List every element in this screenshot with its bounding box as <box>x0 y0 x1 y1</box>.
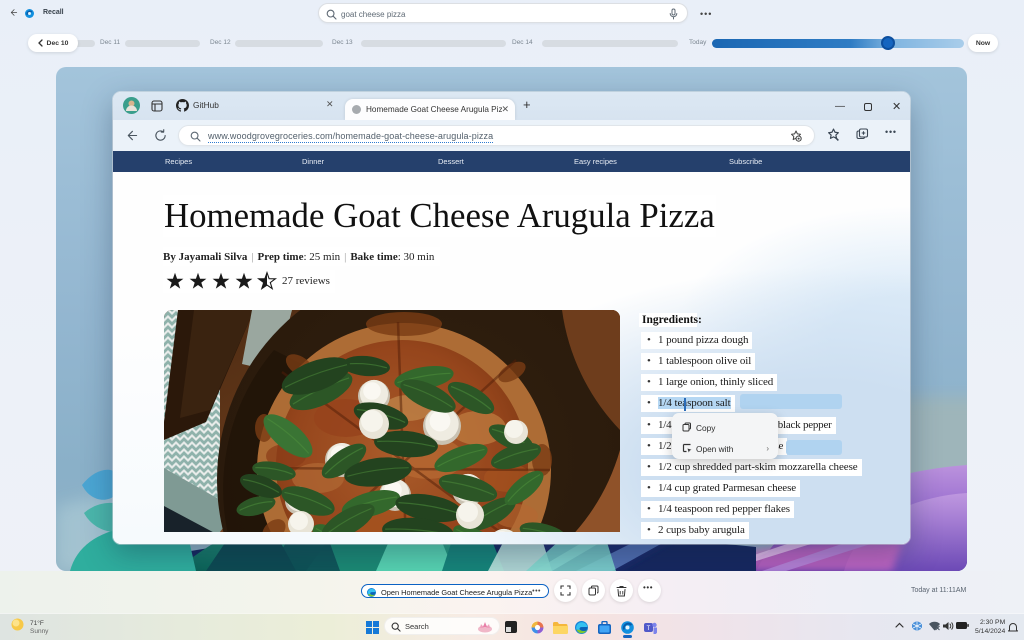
svg-text:T: T <box>647 626 651 632</box>
